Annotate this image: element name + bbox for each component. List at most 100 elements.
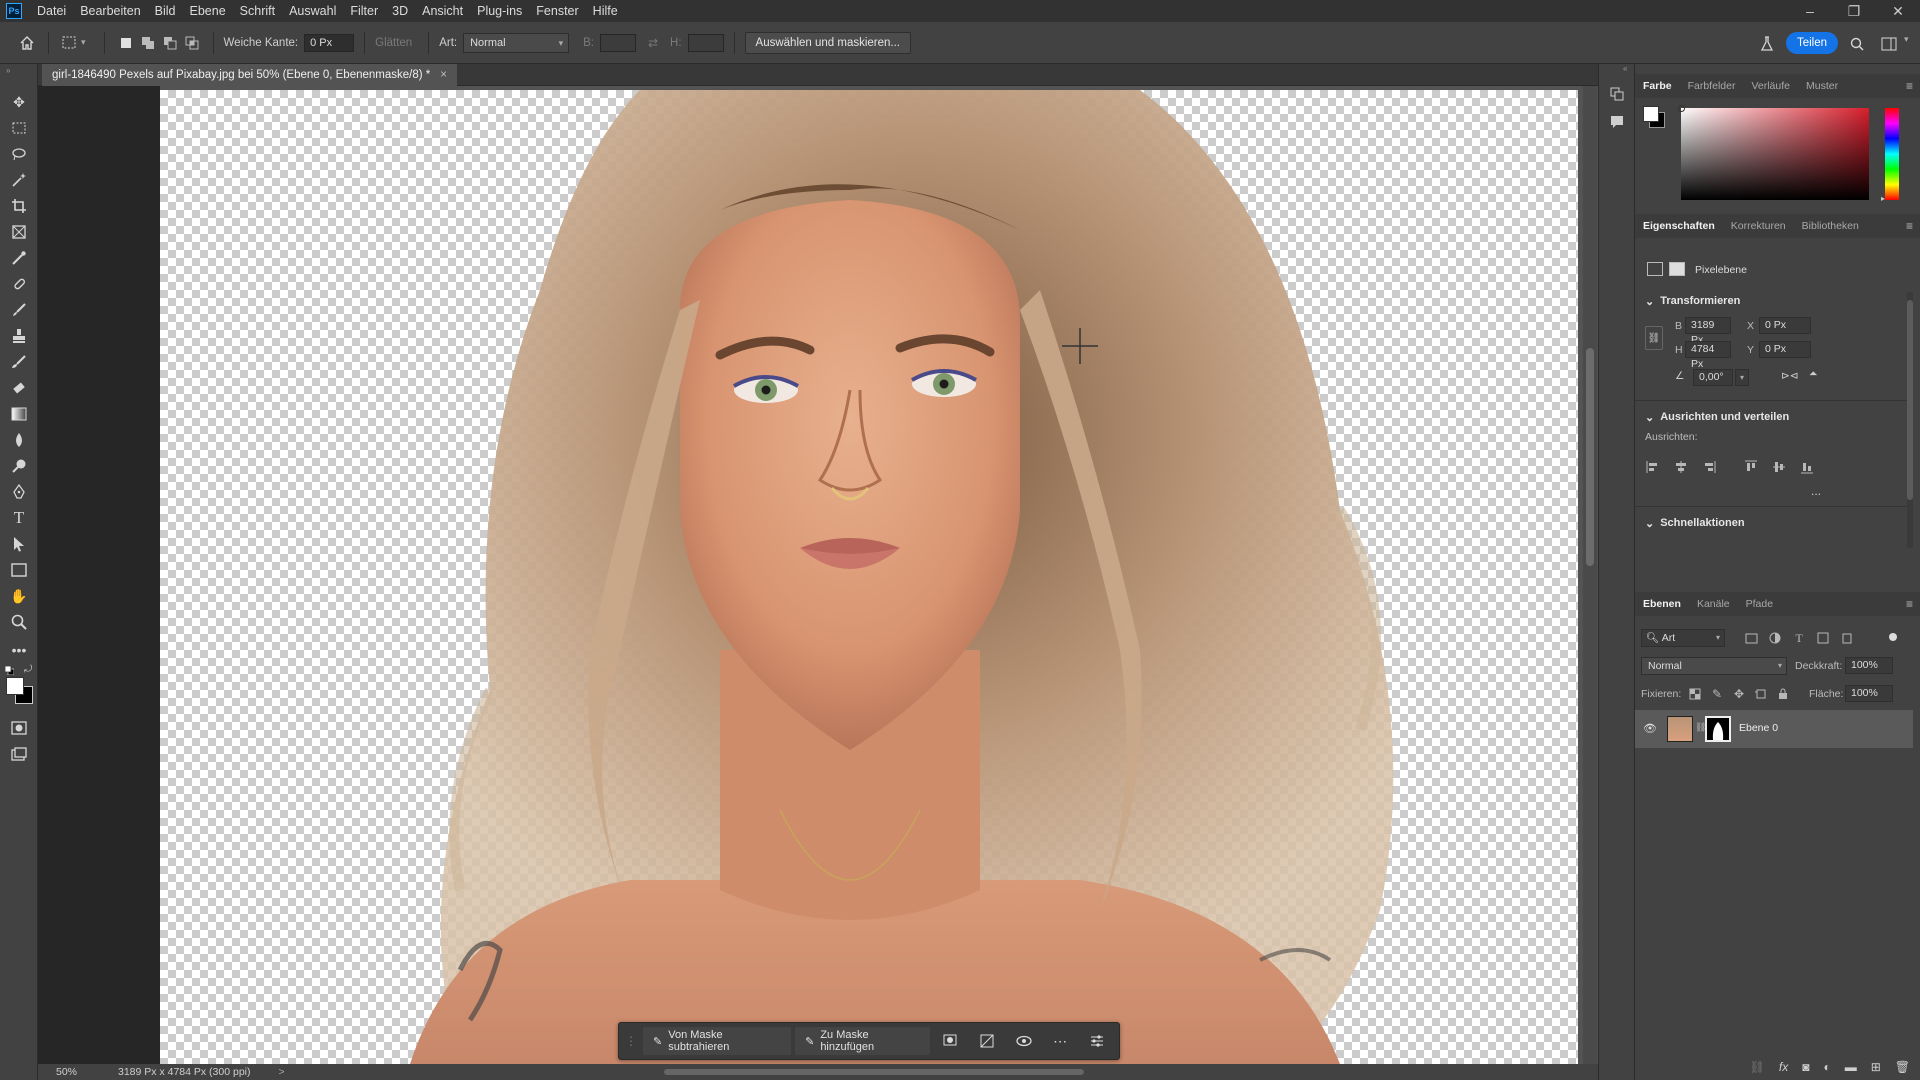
tab-layers[interactable]: Ebenen — [1635, 592, 1689, 616]
filter-pixel-icon[interactable] — [1743, 630, 1759, 646]
history-brush-tool-icon[interactable] — [9, 352, 29, 372]
menu-plugins[interactable]: Plug-ins — [470, 0, 529, 22]
horizontal-scroll-thumb[interactable] — [664, 1069, 1084, 1075]
menu-help[interactable]: Hilfe — [586, 0, 625, 22]
search-icon[interactable] — [1846, 33, 1868, 55]
zoom-level[interactable]: 50% — [56, 1066, 112, 1078]
mask-icon[interactable] — [1669, 262, 1685, 276]
tab-gradients[interactable]: Verläufe — [1743, 74, 1798, 98]
close-tab-icon[interactable]: × — [440, 64, 447, 86]
panel-menu-icon[interactable]: ≡ — [1906, 79, 1913, 93]
gradient-tool-icon[interactable] — [9, 404, 29, 424]
width-input[interactable] — [599, 33, 636, 52]
crop-tool-icon[interactable] — [9, 196, 29, 216]
document-tab[interactable]: girl-1846490 Pexels auf Pixabay.jpg bei … — [42, 64, 457, 86]
tab-color[interactable]: Farbe — [1635, 74, 1680, 98]
visibility-icon[interactable] — [1007, 1027, 1040, 1055]
zoom-tool-icon[interactable] — [9, 612, 29, 632]
add-mask-icon[interactable]: ◙ — [1802, 1060, 1809, 1074]
adjustment-layer-icon[interactable]: ◐ — [1823, 1060, 1830, 1074]
eraser-tool-icon[interactable] — [9, 378, 29, 398]
document-canvas[interactable] — [160, 90, 1578, 1064]
close-window-button[interactable]: ✕ — [1876, 0, 1920, 22]
width-input[interactable]: 3189 Px — [1685, 317, 1731, 346]
menu-select[interactable]: Auswahl — [282, 0, 343, 22]
opacity-input[interactable]: 100% — [1845, 657, 1893, 674]
menu-edit[interactable]: Bearbeiten — [73, 0, 147, 22]
filter-toggle[interactable] — [1889, 633, 1897, 641]
tab-properties[interactable]: Eigenschaften — [1635, 214, 1723, 238]
more-options-icon[interactable]: ⋯ — [1044, 1027, 1077, 1055]
menu-image[interactable]: Bild — [148, 0, 183, 22]
lasso-tool-icon[interactable] — [9, 144, 29, 164]
new-layer-icon[interactable]: ⊞ — [1871, 1060, 1881, 1074]
canvas-area[interactable]: ⋮ ✎ Von Maske subtrahieren ✎ Zu Maske hi… — [38, 86, 1610, 1064]
type-tool-icon[interactable]: T — [9, 508, 29, 528]
hue-slider-handle-icon[interactable]: ▸ — [1881, 194, 1885, 203]
y-input[interactable]: 0 Px — [1759, 341, 1811, 358]
anti-alias-checkbox[interactable]: Glätten — [375, 37, 412, 49]
pen-tool-icon[interactable] — [9, 482, 29, 502]
hue-slider[interactable] — [1885, 108, 1899, 200]
subtract-from-mask-button[interactable]: ✎ Von Maske subtrahieren — [643, 1027, 792, 1055]
lock-transparency-icon[interactable] — [1687, 686, 1703, 702]
frame-tool-icon[interactable] — [9, 222, 29, 242]
swap-icon[interactable]: ⇄ — [648, 36, 658, 50]
drag-handle-icon[interactable]: ⋮ — [625, 1034, 637, 1048]
status-menu-arrow[interactable]: > — [279, 1066, 285, 1078]
intersect-selection-icon[interactable] — [181, 32, 203, 54]
tab-swatches[interactable]: Farbfelder — [1680, 74, 1744, 98]
color-picker-marker[interactable] — [1678, 105, 1685, 112]
flip-horizontal-icon[interactable]: ⊳⊲ — [1781, 370, 1799, 382]
path-selection-tool-icon[interactable] — [9, 534, 29, 554]
panel-menu-icon[interactable]: ≡ — [1906, 219, 1913, 233]
collapse-icon[interactable]: » — [6, 66, 10, 75]
flip-vertical-icon[interactable]: ⏶ — [1809, 368, 1817, 381]
more-tools-icon[interactable]: ••• — [9, 640, 29, 660]
properties-scrollbar[interactable] — [1907, 292, 1913, 548]
lock-pixels-icon[interactable]: ✎ — [1709, 686, 1725, 702]
add-to-mask-button[interactable]: ✎ Zu Maske hinzufügen — [795, 1027, 931, 1055]
maximize-button[interactable]: ❐ — [1832, 0, 1876, 22]
layer-row[interactable]: 👁︎ ⛓ Ebene 0 — [1635, 710, 1913, 748]
align-top-icon[interactable] — [1743, 459, 1759, 475]
layer-filter-select[interactable]: 🔍︎ Art ▾ — [1641, 629, 1725, 647]
link-layers-icon[interactable]: ⛓ — [1750, 1060, 1765, 1074]
feather-input[interactable]: 0 Px — [304, 33, 355, 52]
brush-tool-icon[interactable] — [9, 300, 29, 320]
menu-view[interactable]: Ansicht — [415, 0, 470, 22]
align-right-icon[interactable] — [1701, 459, 1717, 475]
new-selection-icon[interactable] — [115, 32, 137, 54]
add-to-selection-icon[interactable] — [137, 32, 159, 54]
align-section-header[interactable]: ⌄ Ausrichten und verteilen — [1645, 411, 1789, 424]
tab-patterns[interactable]: Muster — [1798, 74, 1846, 98]
history-panel-icon[interactable] — [1607, 84, 1627, 104]
filter-type-icon[interactable]: T — [1791, 630, 1807, 646]
mask-options-icon[interactable] — [934, 1027, 967, 1055]
swap-colors-icon[interactable]: ⤾ — [24, 664, 32, 675]
layer-thumbnail[interactable] — [1667, 716, 1693, 742]
align-bottom-icon[interactable] — [1799, 459, 1815, 475]
menu-type[interactable]: Schrift — [233, 0, 282, 22]
disable-mask-icon[interactable] — [971, 1027, 1004, 1055]
vertical-scrollbar[interactable] — [1583, 86, 1597, 1064]
tab-paths[interactable]: Pfade — [1738, 592, 1781, 616]
dodge-tool-icon[interactable] — [9, 456, 29, 476]
comments-panel-icon[interactable] — [1607, 112, 1627, 132]
quick-mask-icon[interactable] — [9, 718, 29, 738]
quick-actions-section-header[interactable]: ⌄ Schnellaktionen — [1645, 517, 1745, 530]
settings-sliders-icon[interactable] — [1080, 1027, 1113, 1055]
workspace-icon[interactable] — [1878, 33, 1900, 55]
chevron-down-icon[interactable]: ▾ — [81, 37, 86, 48]
menu-filter[interactable]: Filter — [343, 0, 385, 22]
layer-name[interactable]: Ebene 0 — [1739, 722, 1778, 734]
layer-style-icon[interactable]: fx — [1779, 1060, 1788, 1074]
properties-scroll-thumb[interactable] — [1907, 300, 1913, 500]
rectangle-tool-icon[interactable] — [9, 560, 29, 580]
height-input[interactable] — [687, 33, 724, 52]
chevron-down-icon[interactable]: ▾ — [1904, 34, 1909, 45]
x-input[interactable]: 0 Px — [1759, 317, 1811, 334]
angle-input[interactable]: 0,00° — [1693, 369, 1733, 386]
blur-tool-icon[interactable] — [9, 430, 29, 450]
menu-window[interactable]: Fenster — [529, 0, 585, 22]
